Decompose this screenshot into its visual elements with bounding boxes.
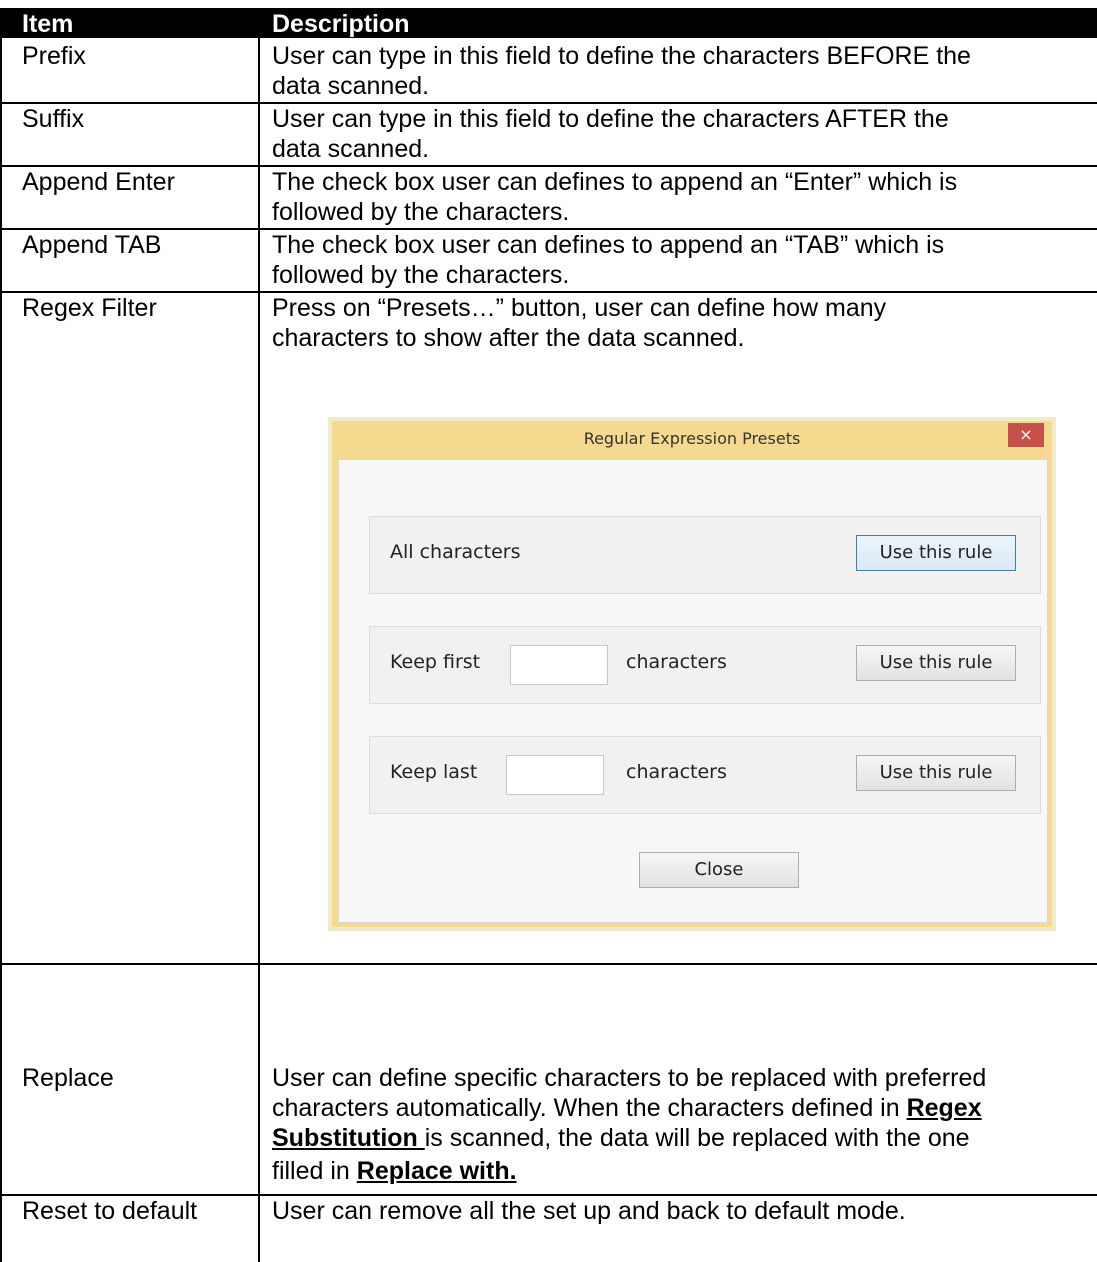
dialog-title: Regular Expression Presets	[583, 429, 801, 448]
row-desc-replace-line3: Substitution is scanned, the data will b…	[272, 1123, 1097, 1153]
row-desc-suffix-line2: data scanned.	[272, 135, 430, 163]
use-rule-button[interactable]: Use this rule	[856, 535, 1016, 571]
row-item-prefix: Prefix	[22, 42, 86, 70]
row-desc-prefix-line2: data scanned.	[272, 72, 430, 100]
row-desc-regex-filter-line2: characters to show after the data scanne…	[272, 324, 745, 352]
dialog-frame: Regular Expression Presets × All charact…	[332, 421, 1052, 927]
rule-label: Keep first	[390, 651, 481, 673]
row-item-append-enter: Append Enter	[22, 168, 175, 196]
rule-label: All characters	[390, 541, 521, 563]
header-item: Item	[22, 10, 74, 38]
rule-keep-last: Keep last characters Use this rule	[369, 736, 1041, 814]
use-rule-button[interactable]: Use this rule	[856, 755, 1016, 791]
header-description: Description	[272, 10, 410, 38]
rule-keep-first: Keep first characters Use this rule	[369, 626, 1041, 704]
keep-first-input[interactable]	[510, 645, 608, 685]
rule-label: Keep last	[390, 761, 478, 783]
row-desc-reset-to-default: User can remove all the set up and back …	[272, 1197, 906, 1225]
row-desc-replace-line4: filled in Replace with.	[272, 1156, 1097, 1186]
regex-term: Regex	[906, 1094, 982, 1122]
table-border-left	[0, 38, 2, 1262]
regex-presets-dialog: Regular Expression Presets × All charact…	[328, 417, 1056, 931]
keep-last-input[interactable]	[506, 755, 604, 795]
rule-suffix: characters	[626, 651, 727, 673]
row-desc-replace-line2: characters automatically. When the chara…	[272, 1093, 1097, 1123]
row-desc-replace-line1: User can define specific characters to b…	[272, 1064, 987, 1092]
row-item-replace: Replace	[22, 1064, 114, 1092]
replace-with-term: Replace with.	[356, 1157, 517, 1185]
row-desc-regex-filter-line1: Press on “Presets…” button, user can def…	[272, 294, 887, 322]
row-item-suffix: Suffix	[22, 105, 85, 133]
row-desc-append-enter-line1: The check box user can defines to append…	[272, 168, 958, 196]
replace-text: filled in	[272, 1157, 357, 1185]
row-item-append-tab: Append TAB	[22, 231, 162, 259]
substitution-term: Substitution	[272, 1124, 425, 1152]
row-item-reset-to-default: Reset to default	[22, 1197, 198, 1225]
row-desc-append-tab-line1: The check box user can defines to append…	[272, 231, 945, 259]
row-desc-append-enter-line2: followed by the characters.	[272, 198, 570, 226]
row-desc-suffix-line1: User can type in this field to define th…	[272, 105, 949, 133]
row-item-regex-filter: Regex Filter	[22, 294, 157, 322]
dialog-body: All characters Use this rule Keep first …	[338, 459, 1048, 923]
rule-all-characters: All characters Use this rule	[369, 516, 1041, 594]
close-icon[interactable]: ×	[1008, 423, 1044, 447]
replace-text: characters automatically. When the chara…	[272, 1094, 907, 1122]
row-desc-prefix-line1: User can type in this field to define th…	[272, 42, 971, 70]
row-desc-append-tab-line2: followed by the characters.	[272, 261, 570, 289]
use-rule-button[interactable]: Use this rule	[856, 645, 1016, 681]
row-divider	[0, 963, 1097, 965]
description-table: Item Description Prefix User can type in…	[0, 0, 1097, 1262]
rule-suffix: characters	[626, 761, 727, 783]
column-divider	[258, 38, 260, 1262]
replace-text: is scanned, the data will be replaced wi…	[424, 1124, 970, 1152]
close-button[interactable]: Close	[639, 852, 799, 888]
table-header: Item Description	[0, 8, 1097, 38]
